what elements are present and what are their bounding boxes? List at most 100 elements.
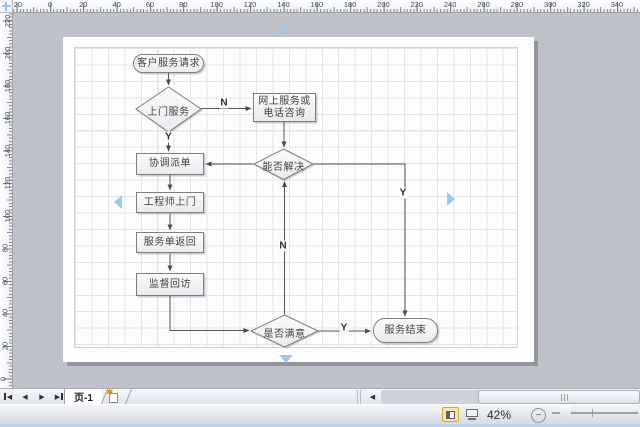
zoom-slider-tick	[592, 409, 593, 417]
pan-down-icon[interactable]	[279, 355, 293, 363]
top-ruler-label: 40	[112, 0, 120, 9]
pan-left-icon[interactable]	[114, 195, 122, 209]
horizontal-scrollbar[interactable]	[381, 390, 640, 404]
decision-solve-label[interactable]: 能否解决	[254, 158, 313, 173]
previous-page-icon: ◀	[22, 393, 27, 401]
flow-node-end-label: 服务结束	[385, 325, 427, 337]
flow-node-supervise-followup[interactable]: 监督回访	[136, 273, 204, 296]
fullscreen-view-button[interactable]	[465, 409, 480, 421]
left-ruler-label: 220	[3, 14, 12, 27]
top-ruler-label: 300	[544, 0, 557, 9]
top-ruler-label: 80	[179, 0, 187, 9]
next-page-icon: ▶	[39, 393, 44, 401]
pan-right-icon[interactable]	[447, 192, 455, 206]
left-ruler-label: 140	[3, 144, 12, 157]
edge-label-onsite-yes[interactable]: Y	[164, 132, 173, 143]
insert-page-button[interactable]: ✱	[108, 391, 120, 403]
minus-icon: −	[536, 411, 542, 421]
flow-node-engineer-visit-label: 工程师上门	[144, 197, 197, 209]
top-ruler-label: 20	[79, 0, 87, 9]
previous-page-button[interactable]: ◀	[18, 390, 32, 403]
left-ruler-label: 180	[3, 79, 12, 92]
first-page-icon	[4, 393, 6, 400]
top-ruler-label: 160	[310, 0, 323, 9]
decision-onsite-label[interactable]: 上门服务	[136, 103, 201, 118]
next-page-button[interactable]: ▶	[35, 390, 49, 403]
flowchart-layer	[63, 37, 534, 362]
connector-solve-yes-to-end[interactable]	[313, 164, 405, 316]
tab-separator	[125, 389, 132, 404]
edge-label-satisfied-no[interactable]: N	[278, 241, 287, 252]
fullscreen-view-icon	[468, 418, 476, 420]
flow-node-online-service-label: 网上服务或	[258, 96, 311, 108]
status-bar: 42% −	[0, 404, 640, 424]
top-ruler-label: 180	[344, 0, 357, 9]
zoom-level-value[interactable]: 42%	[487, 408, 511, 422]
flow-node-start[interactable]: 客户服务请求	[133, 54, 204, 73]
scroll-left-button[interactable]: ◀	[365, 390, 380, 404]
top-ruler-label: 340	[611, 0, 624, 9]
scroll-left-icon: ◀	[370, 393, 375, 401]
top-ruler-label: 280	[511, 0, 524, 9]
top-ruler-label: 120	[244, 0, 257, 9]
zoom-out-button[interactable]: −	[531, 408, 546, 423]
top-ruler-label: 320	[577, 0, 590, 9]
first-page-button[interactable]: ◀	[1, 390, 15, 403]
flow-node-supervise-followup-label: 监督回访	[149, 279, 191, 291]
top-ruler-label: 0	[48, 0, 52, 9]
flow-node-online-service[interactable]: 网上服务或 电话咨询	[253, 93, 316, 122]
top-ruler-label: 220	[411, 0, 424, 9]
top-ruler-label: 140	[277, 0, 290, 9]
horizontal-scrollbar-thumb[interactable]	[478, 390, 640, 404]
flow-node-engineer-visit[interactable]: 工程师上门	[136, 192, 204, 213]
top-ruler-label: 200	[377, 0, 390, 9]
last-page-icon	[61, 393, 63, 400]
left-ruler-label: 20	[1, 342, 10, 350]
visio-drawing-window: -200204060801001201401601802002202402602…	[0, 0, 640, 427]
left-ruler-label: 160	[3, 112, 12, 125]
flow-node-dispatch[interactable]: 协调派单	[136, 153, 204, 175]
drawing-page[interactable]: 客户服务请求 网上服务或 电话咨询 协调派单 工程师上门 服务单返回 监督回访 …	[63, 37, 534, 362]
edge-label-satisfied-yes[interactable]: Y	[340, 323, 349, 334]
decision-satisfied-label[interactable]: 是否满意	[251, 325, 318, 340]
left-ruler-label: 120	[3, 177, 12, 190]
top-ruler-label: 260	[477, 0, 490, 9]
page-tab-bar: ◀ ◀ ▶ ▶ 页-1 ✱ ◀	[0, 388, 640, 404]
flow-node-dispatch-label: 协调派单	[149, 158, 191, 170]
left-ruler-label: 40	[1, 309, 10, 317]
flow-node-online-service-label: 电话咨询	[264, 108, 306, 120]
left-ruler-label: 80	[1, 244, 10, 252]
scrollbar-grip-icon	[561, 394, 570, 401]
left-ruler-label: 100	[3, 210, 12, 223]
edge-label-onsite-no[interactable]: N	[219, 98, 228, 109]
first-page-icon: ◀	[7, 393, 12, 401]
top-ruler[interactable]: -20 0 20 40 60 80 100 120 140 160 180 200 220 240 260 2…	[13, 0, 640, 13]
top-ruler-label: 60	[146, 0, 154, 9]
flow-node-end[interactable]: 服务结束	[373, 318, 438, 343]
flow-node-start-label: 客户服务请求	[137, 58, 200, 70]
edge-label-solve-yes[interactable]: Y	[399, 188, 408, 199]
flow-node-service-order-return-label: 服务单返回	[144, 237, 197, 249]
ruler-origin-icon	[0, 0, 13, 13]
connector-followup-to-satisfied[interactable]	[170, 296, 249, 331]
left-ruler-label: 0	[0, 376, 8, 380]
left-ruler[interactable]: 220200180160140120100806040200	[0, 13, 13, 388]
normal-view-icon	[446, 411, 450, 419]
top-ruler-label: 100	[210, 0, 223, 9]
last-page-icon: ▶	[55, 393, 60, 401]
crosshair-icon	[5, 2, 7, 11]
flow-node-service-order-return[interactable]: 服务单返回	[136, 232, 204, 253]
pan-up-icon[interactable]	[277, 26, 291, 34]
fullscreen-view-icon	[466, 409, 478, 417]
normal-view-button[interactable]	[442, 407, 459, 422]
left-ruler-label: 200	[3, 47, 12, 60]
top-ruler-label: -20	[13, 0, 22, 9]
pane-splitter-handle[interactable]	[355, 390, 362, 404]
insert-page-star-icon: ✱	[106, 387, 114, 398]
tab-page-1[interactable]: 页-1	[64, 389, 102, 404]
drawing-canvas[interactable]: 客户服务请求 网上服务或 电话咨询 协调派单 工程师上门 服务单返回 监督回访 …	[13, 13, 640, 388]
tab-page-1-label: 页-1	[74, 389, 93, 404]
left-ruler-label: 60	[1, 277, 10, 285]
ruler-ticks	[3, 13, 12, 388]
top-ruler-label: 240	[444, 0, 457, 9]
